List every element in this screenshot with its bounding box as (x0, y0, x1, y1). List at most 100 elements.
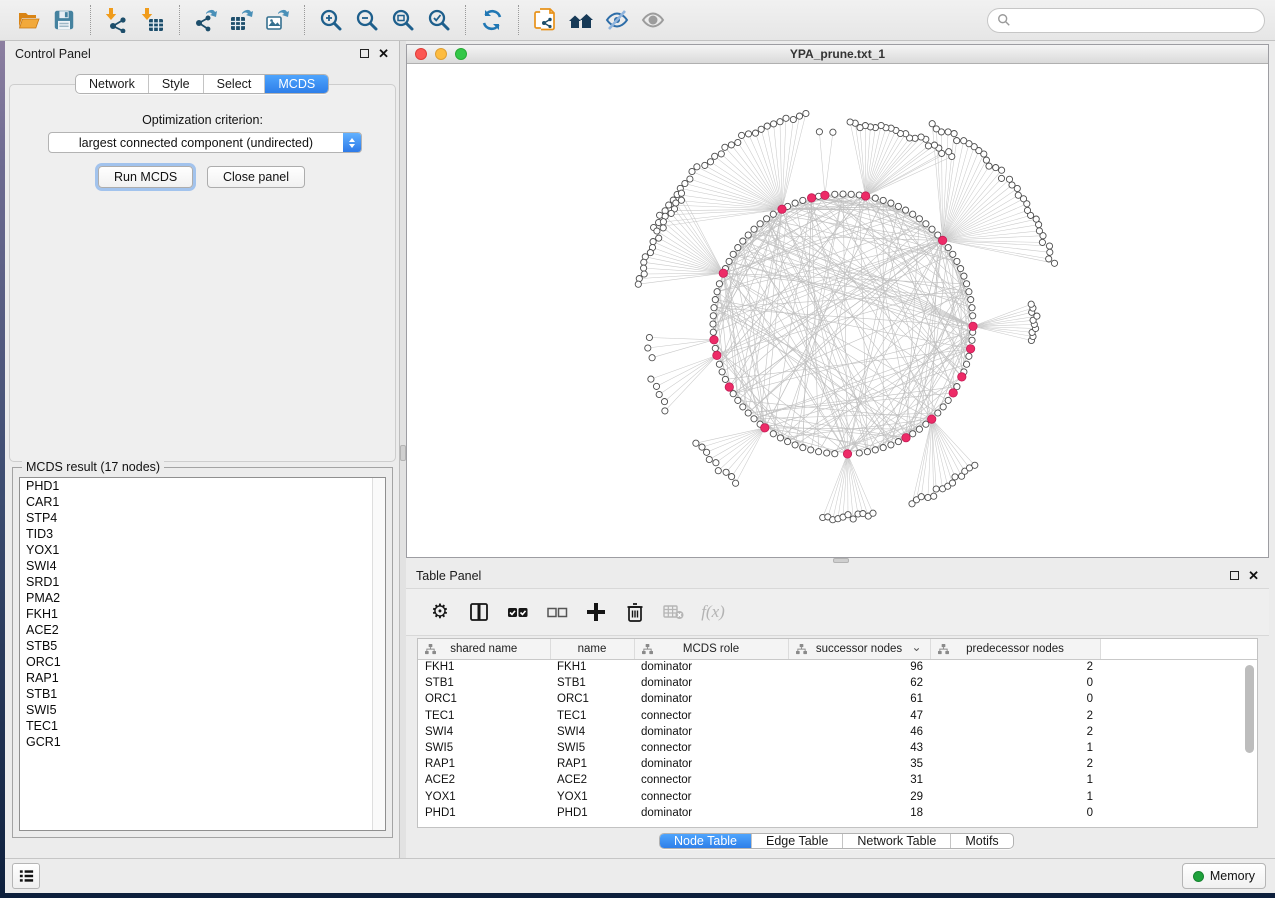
split-columns-icon[interactable] (463, 596, 495, 628)
mcds-result-item[interactable]: CAR1 (20, 494, 385, 510)
delete-columns-icon[interactable] (619, 596, 651, 628)
search-box[interactable] (987, 8, 1265, 33)
mcds-result-item[interactable]: STB1 (20, 686, 385, 702)
table-cell[interactable]: SWI4 (550, 724, 634, 740)
table-row[interactable]: ORC1ORC1dominator610 (418, 691, 1257, 707)
table-cell[interactable]: TEC1 (550, 708, 634, 724)
new-network-from-selection-icon[interactable] (527, 4, 563, 36)
mcds-result-item[interactable]: PMA2 (20, 590, 385, 606)
import-table-from-file-icon[interactable] (135, 4, 171, 36)
zoom-fit-content-icon[interactable] (385, 4, 421, 36)
table-cell[interactable]: 47 (788, 708, 930, 724)
table-cell[interactable]: connector (634, 789, 788, 805)
list-scrollbar[interactable] (372, 478, 385, 830)
table-cell[interactable]: RAP1 (550, 756, 634, 772)
network-window-title-bar[interactable]: YPA_prune.txt_1 (407, 45, 1268, 64)
column-header[interactable]: shared name (418, 639, 550, 659)
table-scrollbar[interactable] (1244, 661, 1256, 827)
table-cell[interactable]: 35 (788, 756, 930, 772)
table-cell[interactable]: connector (634, 740, 788, 756)
column-header[interactable]: predecessor nodes (930, 639, 1100, 659)
table-cell[interactable]: dominator (634, 691, 788, 707)
table-row[interactable]: TEC1TEC1connector472 (418, 708, 1257, 724)
table-row[interactable]: PHD1PHD1dominator180 (418, 805, 1257, 821)
table-cell[interactable]: 0 (930, 675, 1100, 691)
tab-style[interactable]: Style (148, 75, 203, 93)
tab-edge-table[interactable]: Edge Table (751, 834, 842, 848)
hide-selected-nodes-and-edges-icon[interactable] (599, 4, 635, 36)
table-cell[interactable]: connector (634, 772, 788, 788)
table-cell[interactable]: YOX1 (418, 789, 550, 805)
table-cell[interactable]: RAP1 (418, 756, 550, 772)
create-new-column-icon[interactable] (580, 596, 612, 628)
table-cell[interactable]: 18 (788, 805, 930, 821)
table-cell[interactable]: ORC1 (418, 691, 550, 707)
table-cell[interactable]: 0 (930, 805, 1100, 821)
table-cell[interactable]: 43 (788, 740, 930, 756)
tab-network-table[interactable]: Network Table (842, 834, 950, 848)
table-row[interactable]: STB1STB1dominator620 (418, 675, 1257, 691)
export-network-icon[interactable] (188, 4, 224, 36)
close-panel-icon[interactable]: ✕ (1248, 571, 1259, 580)
table-cell[interactable]: 46 (788, 724, 930, 740)
mcds-result-item[interactable]: TID3 (20, 526, 385, 542)
tab-select[interactable]: Select (203, 75, 265, 93)
table-cell[interactable]: FKH1 (550, 659, 634, 675)
save-session-icon[interactable] (46, 4, 82, 36)
table-cell[interactable]: STB1 (550, 675, 634, 691)
mcds-result-item[interactable]: YOX1 (20, 542, 385, 558)
close-panel-button[interactable]: Close panel (207, 166, 305, 188)
table-cell[interactable]: 2 (930, 756, 1100, 772)
mcds-result-item[interactable]: SRD1 (20, 574, 385, 590)
table-cell[interactable]: dominator (634, 659, 788, 675)
zoom-out-icon[interactable] (349, 4, 385, 36)
table-row[interactable]: SWI4SWI4dominator462 (418, 724, 1257, 740)
tab-motifs[interactable]: Motifs (950, 834, 1012, 848)
table-cell[interactable]: SWI5 (550, 740, 634, 756)
table-cell[interactable]: 61 (788, 691, 930, 707)
table-cell[interactable]: FKH1 (418, 659, 550, 675)
mcds-result-item[interactable]: ACE2 (20, 622, 385, 638)
column-header[interactable]: successor nodes⌄ (788, 639, 930, 659)
table-cell[interactable]: PHD1 (550, 805, 634, 821)
show-all-nodes-and-edges-icon[interactable] (635, 4, 671, 36)
table-cell[interactable]: 62 (788, 675, 930, 691)
table-cell[interactable]: ACE2 (418, 772, 550, 788)
scrollbar-thumb[interactable] (1245, 665, 1254, 753)
table-cell[interactable]: 1 (930, 740, 1100, 756)
table-cell[interactable]: 29 (788, 789, 930, 805)
table-row[interactable]: RAP1RAP1dominator352 (418, 756, 1257, 772)
table-cell[interactable]: dominator (634, 675, 788, 691)
column-header[interactable]: name (550, 639, 634, 659)
column-header[interactable]: MCDS role (634, 639, 788, 659)
memory-button[interactable]: Memory (1182, 863, 1266, 889)
close-panel-icon[interactable]: ✕ (378, 49, 389, 58)
search-input[interactable] (1017, 13, 1255, 27)
table-row[interactable]: YOX1YOX1connector291 (418, 789, 1257, 805)
deselect-all-rows-icon[interactable] (541, 596, 573, 628)
export-image-icon[interactable] (260, 4, 296, 36)
zoom-selected-region-icon[interactable] (421, 4, 457, 36)
table-cell[interactable]: ACE2 (550, 772, 634, 788)
table-row[interactable]: SWI5SWI5connector431 (418, 740, 1257, 756)
mcds-result-item[interactable]: RAP1 (20, 670, 385, 686)
table-cell[interactable]: dominator (634, 756, 788, 772)
table-cell[interactable]: SWI4 (418, 724, 550, 740)
open-file-icon[interactable] (10, 4, 46, 36)
optimization-criterion-select[interactable]: largest connected component (undirected) (48, 132, 362, 153)
table-cell[interactable]: 96 (788, 659, 930, 675)
table-row[interactable]: FKH1FKH1dominator962 (418, 659, 1257, 675)
table-cell[interactable]: SWI5 (418, 740, 550, 756)
table-cell[interactable]: PHD1 (418, 805, 550, 821)
table-cell[interactable]: 2 (930, 708, 1100, 724)
mcds-result-item[interactable]: FKH1 (20, 606, 385, 622)
import-network-from-file-icon[interactable] (99, 4, 135, 36)
table-cell[interactable]: 2 (930, 659, 1100, 675)
mcds-result-item[interactable]: PHD1 (20, 478, 385, 494)
run-mcds-button[interactable]: Run MCDS (98, 166, 193, 188)
mcds-result-item[interactable]: GCR1 (20, 734, 385, 750)
table-cell[interactable]: YOX1 (550, 789, 634, 805)
float-panel-icon[interactable] (360, 49, 369, 58)
table-cell[interactable]: 1 (930, 772, 1100, 788)
mcds-result-item[interactable]: TEC1 (20, 718, 385, 734)
